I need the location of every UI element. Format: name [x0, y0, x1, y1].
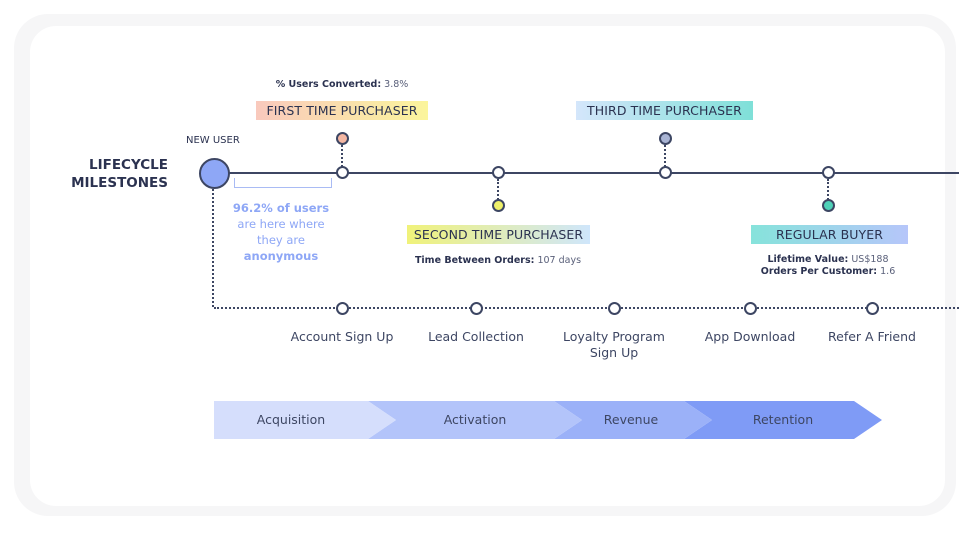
milestone-connector	[497, 179, 499, 200]
new-user-node	[199, 158, 230, 189]
action-label-loyalty-program: Loyalty Program Sign Up	[554, 329, 674, 361]
new-user-connector-line	[212, 186, 214, 307]
action-node-refer-friend	[866, 302, 879, 315]
stage-label-retention: Retention	[752, 412, 814, 427]
stat-value: 107 days	[537, 255, 582, 266]
action-label-text: Account Sign Up	[290, 329, 394, 344]
action-label-text: Lead Collection	[428, 329, 524, 344]
stage-label-acquisition: Acquisition	[256, 412, 326, 427]
milestone-dot-second	[492, 199, 505, 212]
milestone-stat-first: % Users Converted: 3.8%	[262, 79, 422, 91]
stat-value: US$188	[851, 254, 889, 265]
anonymous-bracket	[234, 178, 332, 188]
stat-key: % Users Converted:	[275, 79, 382, 90]
milestone-connector	[827, 179, 829, 200]
action-label-text: Loyalty Program	[563, 329, 665, 344]
milestone-node-second	[492, 166, 505, 179]
title-line-2: MILESTONES	[71, 175, 168, 191]
stat-value: 3.8%	[384, 79, 409, 90]
action-node-account-sign-up	[336, 302, 349, 315]
milestone-tag-second-time-purchaser: SECOND TIME PURCHASER	[407, 225, 590, 244]
action-node-app-download	[744, 302, 757, 315]
action-timeline-line	[214, 307, 959, 309]
milestone-stat-second: Time Between Orders: 107 days	[400, 255, 596, 267]
title-line-1: LIFECYCLE	[88, 157, 168, 173]
stat-key: Lifetime Value:	[767, 254, 849, 265]
stage-label-activation: Activation	[443, 412, 507, 427]
funnel-stages: Acquisition Activation Revenue Retention	[214, 401, 884, 439]
milestone-timeline-line	[214, 172, 959, 174]
anonymous-text-line: they are	[257, 233, 305, 247]
milestone-connector	[341, 145, 343, 167]
anonymous-percent: 96.2% of users	[232, 201, 330, 215]
action-node-lead-collection	[470, 302, 483, 315]
milestone-tag-regular-buyer: REGULAR BUYER	[751, 225, 908, 244]
action-label-account-sign-up: Account Sign Up	[282, 329, 402, 345]
milestone-node-regular	[822, 166, 835, 179]
stage-label-revenue: Revenue	[603, 412, 659, 427]
action-node-loyalty-program	[608, 302, 621, 315]
milestone-connector	[664, 145, 666, 167]
action-label-refer-friend: Refer A Friend	[812, 329, 932, 345]
milestone-stat-regular: Lifetime Value: US$188 Orders Per Custom…	[738, 254, 918, 278]
diagram-title: LIFECYCLE MILESTONES	[60, 156, 168, 192]
milestone-tag-third-time-purchaser: THIRD TIME PURCHASER	[576, 101, 753, 120]
anonymous-note: 96.2% of users are here where they are a…	[226, 200, 336, 264]
new-user-label: NEW USER	[186, 135, 240, 146]
action-label-lead-collection: Lead Collection	[416, 329, 536, 345]
action-label-text: Sign Up	[589, 345, 639, 360]
anonymous-keyword: anonymous	[243, 249, 319, 263]
stat-key: Orders Per Customer:	[760, 266, 878, 277]
action-label-text: App Download	[704, 329, 796, 344]
milestone-node-first	[336, 166, 349, 179]
milestone-dot-first	[336, 132, 349, 145]
milestone-dot-third	[659, 132, 672, 145]
stat-key: Time Between Orders:	[414, 255, 535, 266]
action-label-app-download: App Download	[690, 329, 810, 345]
milestone-dot-regular	[822, 199, 835, 212]
anonymous-text-line: are here where	[237, 217, 325, 231]
stat-value: 1.6	[880, 266, 896, 277]
action-label-text: Refer A Friend	[828, 329, 916, 344]
milestone-node-third	[659, 166, 672, 179]
milestone-tag-first-time-purchaser: FIRST TIME PURCHASER	[256, 101, 428, 120]
